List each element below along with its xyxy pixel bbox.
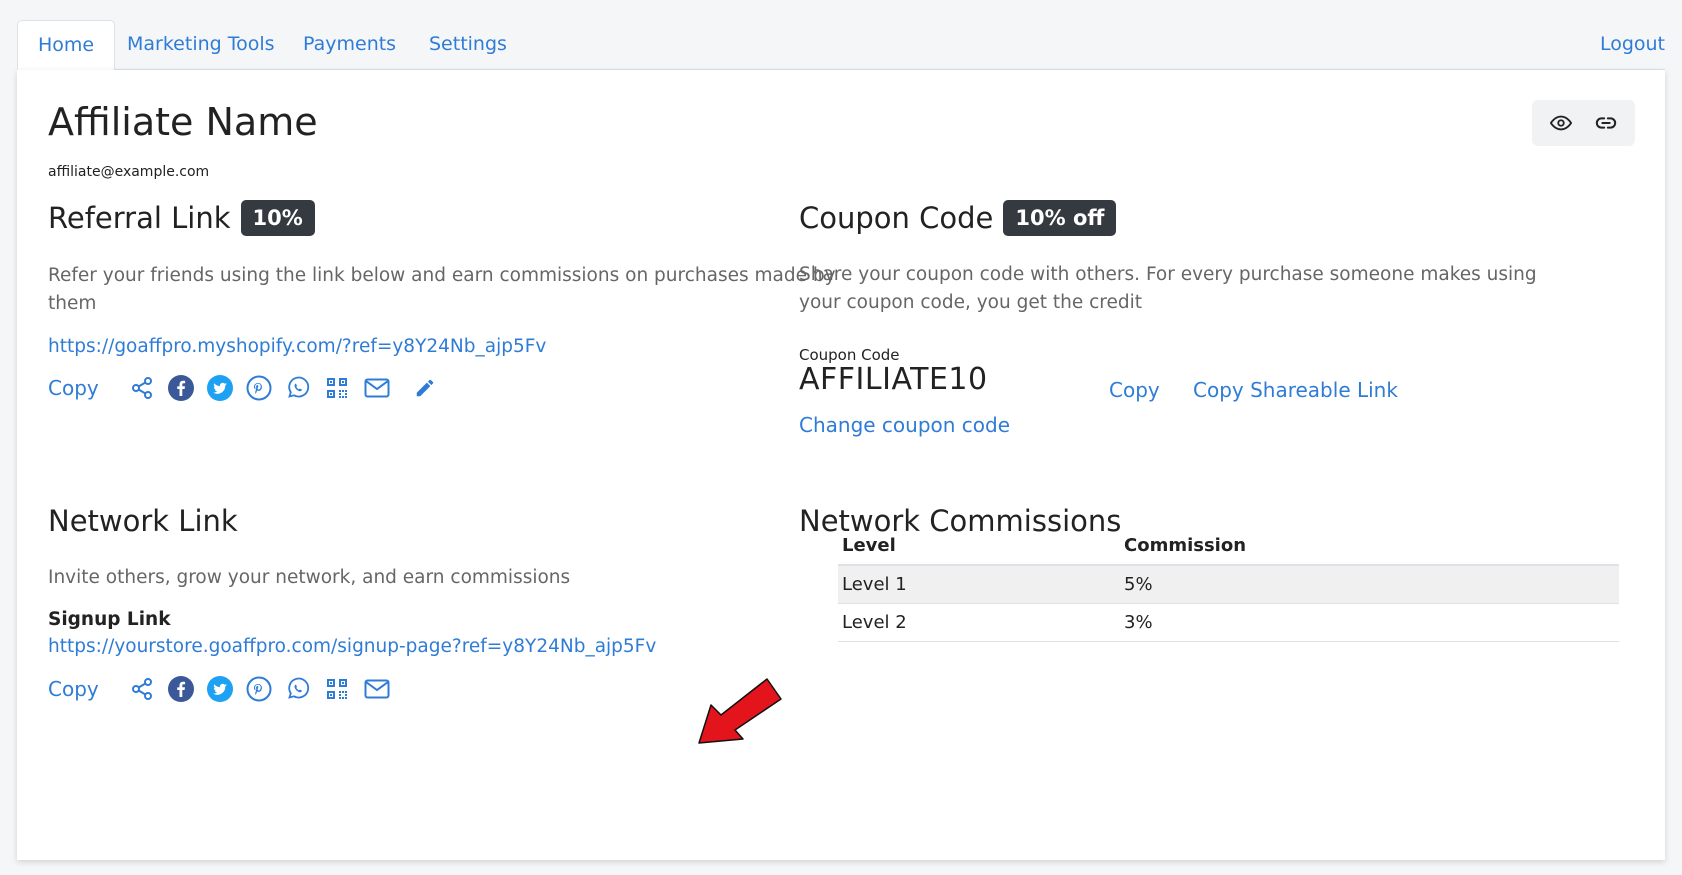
affiliate-name: Affiliate Name [48,100,318,144]
twitter-icon[interactable] [206,375,233,401]
whatsapp-icon[interactable] [285,375,311,401]
referral-commission-badge: 10% [240,200,315,236]
tab-payments[interactable]: Payments [283,20,416,71]
whatsapp-icon[interactable] [285,676,311,702]
copy-shareable-link-button[interactable]: Copy Shareable Link [1193,378,1398,402]
coupon-title: Coupon Code [799,201,994,235]
referral-title: Referral Link [48,201,231,235]
coupon-description: Share your coupon code with others. For … [799,264,1537,313]
column-header-level: Level [838,527,1120,566]
facebook-icon[interactable] [167,676,194,702]
email-icon[interactable] [363,375,391,401]
edit-icon[interactable] [412,375,438,401]
coupon-copy-button[interactable]: Copy [1109,378,1160,402]
share-icon[interactable] [129,375,155,401]
coupon-code-value: AFFILIATE10 [799,362,988,397]
qr-code-icon[interactable] [324,676,350,702]
affiliate-email: affiliate@example.com [48,164,210,180]
referral-section-title: Referral Link 10% [48,200,315,236]
network-commissions-table: Level Commission Level 1 5% Level 2 3% [838,527,1619,642]
pinterest-icon[interactable] [246,375,272,401]
table-row: Level 1 5% [838,565,1619,604]
signup-link[interactable]: https://yourstore.goaffpro.com/signup-pa… [48,636,656,657]
red-arrow-annotation [698,678,782,744]
twitter-icon[interactable] [206,676,233,702]
column-header-commission: Commission [1120,527,1619,566]
link-icon[interactable] [1589,106,1623,140]
network-copy-button[interactable]: Copy [48,677,99,701]
tab-marketing-tools[interactable]: Marketing Tools [107,20,295,71]
commission-cell: 3% [1120,603,1619,642]
network-link-title: Network Link [48,504,238,538]
level-cell: Level 2 [838,603,1120,642]
coupon-section-title: Coupon Code 10% off [799,200,1117,236]
pinterest-icon[interactable] [246,676,272,702]
network-description: Invite others, grow your network, and ea… [48,567,571,588]
commission-cell: 5% [1120,565,1619,604]
network-share-row: Copy [48,676,404,702]
eye-icon[interactable] [1544,106,1578,140]
email-icon[interactable] [363,676,391,702]
referral-description: Refer your friends using the link below … [48,265,836,314]
referral-copy-button[interactable]: Copy [48,376,99,400]
home-card: Affiliate Name affiliate@example.com Ref… [17,70,1665,860]
nav-tabs: Home Marketing Tools Payments Settings L… [17,20,1665,71]
referral-link[interactable]: https://goaffpro.myshopify.com/?ref=y8Y2… [48,336,546,357]
table-row: Level 2 3% [838,603,1619,642]
tab-settings[interactable]: Settings [409,20,527,71]
facebook-icon[interactable] [167,375,194,401]
logout-link[interactable]: Logout [1600,20,1665,68]
table-header-row: Level Commission [838,527,1619,566]
share-icon[interactable] [129,676,155,702]
signup-link-label: Signup Link [48,609,171,630]
qr-code-icon[interactable] [324,375,350,401]
referral-share-row: Copy [48,375,451,401]
change-coupon-code-link[interactable]: Change coupon code [799,413,1010,437]
level-cell: Level 1 [838,565,1120,604]
top-actions [1532,100,1635,146]
coupon-discount-badge: 10% off [1003,200,1117,236]
tab-home[interactable]: Home [17,20,116,71]
